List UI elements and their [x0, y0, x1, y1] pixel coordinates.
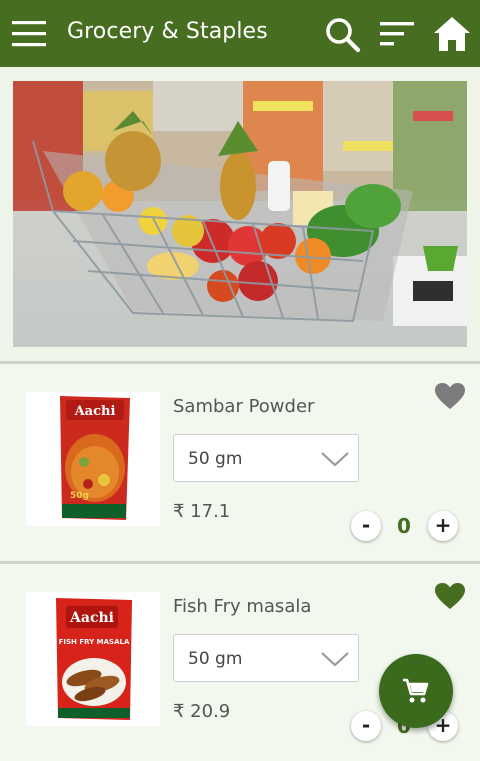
heart-icon[interactable] [434, 582, 466, 610]
pack-brand-text: Aachi [74, 404, 116, 419]
product-image-sambar-powder: Aachi 50g [26, 392, 160, 526]
weight-dropdown[interactable]: 50 gm [173, 634, 359, 682]
app-bar: Grocery & Staples [0, 0, 480, 67]
menu-icon[interactable] [12, 20, 48, 48]
category-banner-image [13, 81, 467, 347]
product-card[interactable]: Aachi 50g Sambar Powder 50 gm ₹ 17.1 - 0… [0, 364, 480, 561]
product-name: Sambar Powder [173, 396, 315, 417]
sort-icon[interactable] [377, 14, 417, 54]
page-title: Grocery & Staples [67, 19, 268, 44]
chevron-down-icon [321, 652, 349, 667]
pack-size-text: 50g [70, 491, 89, 501]
chevron-down-icon [321, 452, 349, 467]
weight-dropdown[interactable]: 50 gm [173, 434, 359, 482]
search-icon[interactable] [322, 14, 362, 54]
decrease-quantity-button[interactable]: - [351, 711, 381, 741]
increase-quantity-button[interactable]: + [428, 511, 458, 541]
weight-value: 50 gm [188, 649, 243, 669]
cart-icon [403, 678, 429, 703]
product-price: ₹ 20.9 [173, 701, 231, 722]
home-icon[interactable] [432, 14, 472, 54]
product-price: ₹ 17.1 [173, 501, 231, 522]
quantity-value: 0 [397, 514, 411, 538]
heart-icon[interactable] [434, 382, 466, 410]
pack-label-text: FISH FRY MASALA [59, 638, 130, 646]
product-name: Fish Fry masala [173, 596, 312, 617]
product-image-fish-fry-masala: Aachi FISH FRY MASALA [26, 592, 160, 726]
weight-value: 50 gm [188, 449, 243, 469]
pack-brand-text: Aachi [69, 610, 114, 626]
cart-button[interactable] [379, 654, 453, 728]
decrease-quantity-button[interactable]: - [351, 511, 381, 541]
